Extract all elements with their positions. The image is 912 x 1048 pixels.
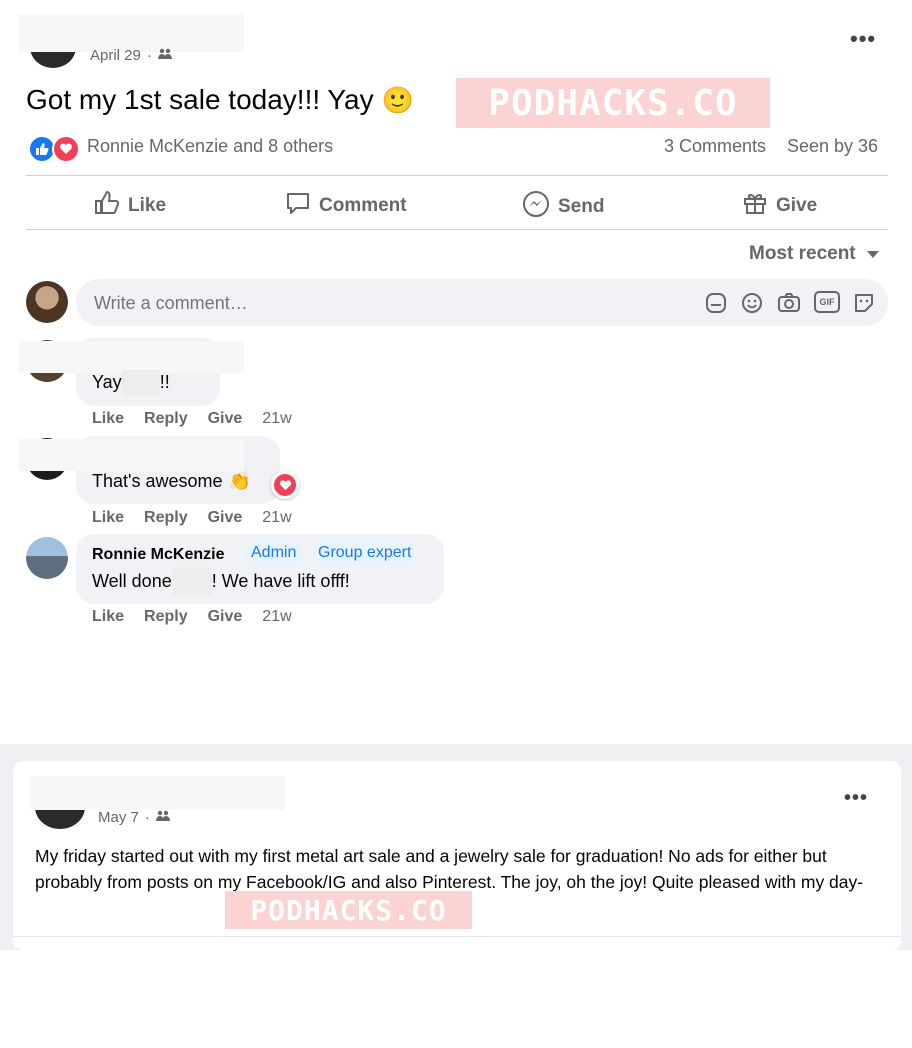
redacted-name <box>121 370 160 396</box>
avatar-sticker-icon[interactable] <box>852 291 876 320</box>
post-card-2: May 7 · ••• My friday started out with m… <box>13 761 901 950</box>
comment-actions: Like Reply Give 21w <box>92 410 292 428</box>
comment-text-part: !! <box>159 372 170 392</box>
post-title: Got my 1st sale today!!! Yay <box>26 84 374 115</box>
give-label: Give <box>776 195 818 216</box>
comment-give-link[interactable]: Give <box>208 608 243 626</box>
comment-text: Well done ! We have lift offf! <box>92 567 350 597</box>
watermark: PODHACKS.CO <box>225 891 472 929</box>
love-reaction-badge[interactable] <box>271 471 299 499</box>
send-button[interactable]: Send <box>522 190 604 224</box>
comment-like-link[interactable]: Like <box>92 410 124 428</box>
comment-actions: Like Reply Give 21w <box>92 509 292 527</box>
gif-icon[interactable]: GIF <box>814 291 840 313</box>
comment-text-part: ! We have lift offf! <box>211 571 350 591</box>
divider-top <box>26 175 888 176</box>
post-meta: May 7 · <box>98 808 170 826</box>
comments-count[interactable]: 3 Comments <box>664 136 766 157</box>
comment-text: Yay !! <box>92 370 170 396</box>
camera-icon[interactable] <box>777 291 801 320</box>
post-date[interactable]: April 29 <box>90 47 141 64</box>
love-reaction-icon <box>52 135 80 163</box>
comment-give-link[interactable]: Give <box>208 509 243 527</box>
reaction-icons[interactable] <box>28 135 80 163</box>
send-label: Send <box>558 196 605 217</box>
comment-input[interactable] <box>92 289 656 317</box>
divider-bottom <box>13 936 901 937</box>
meta-separator: · <box>144 808 150 826</box>
sort-dropdown[interactable]: Most recent <box>749 243 880 265</box>
post-meta: April 29 · <box>90 46 172 64</box>
divider-bottom <box>26 229 888 230</box>
group-privacy-icon <box>155 808 170 826</box>
comment-like-link[interactable]: Like <box>92 509 124 527</box>
admin-badge[interactable]: Admin <box>246 542 302 564</box>
comment-timestamp[interactable]: 21w <box>262 509 291 527</box>
comment-author-name[interactable]: Ronnie McKenzie <box>92 546 224 564</box>
comment-icon <box>285 190 311 222</box>
comment-text: That's awesome 👏 <box>92 471 251 492</box>
sticker-icon[interactable] <box>704 291 728 320</box>
current-user-avatar[interactable] <box>26 281 68 323</box>
comment-text-part: Well done <box>92 571 172 591</box>
messenger-icon <box>522 190 550 224</box>
emoji-icon[interactable] <box>740 291 764 320</box>
more-options-icon[interactable]: ••• <box>844 787 868 810</box>
give-button[interactable]: Give <box>742 190 817 222</box>
watermark: PODHACKS.CO <box>456 78 770 128</box>
sort-label: Most recent <box>749 243 856 264</box>
redacted-commenter-name <box>18 341 244 373</box>
comment-timestamp[interactable]: 21w <box>262 608 291 626</box>
comment-actions: Like Reply Give 21w <box>92 608 292 626</box>
meta-separator: · <box>146 46 152 64</box>
like-button[interactable]: Like <box>94 190 166 222</box>
more-options-icon[interactable]: ••• <box>850 26 876 52</box>
post-body: My friday started out with my first meta… <box>35 846 864 892</box>
redacted-name <box>171 567 212 597</box>
redacted-author-name <box>30 776 285 810</box>
comment-timestamp[interactable]: 21w <box>262 410 291 428</box>
post-title-row: Got my 1st sale today!!! Yay 🙂 <box>26 84 414 116</box>
post-date[interactable]: May 7 <box>98 809 139 826</box>
comment-label: Comment <box>319 195 407 216</box>
comment-give-link[interactable]: Give <box>208 410 243 428</box>
comment-text-part: That's awesome <box>92 471 223 491</box>
post-card-1: April 29 · ••• Got my 1st sale today!!! … <box>0 0 912 632</box>
group-privacy-icon <box>157 46 172 64</box>
group-expert-badge[interactable]: Group expert <box>313 542 417 564</box>
gift-icon <box>742 190 768 222</box>
comment-composer[interactable]: GIF <box>76 279 888 326</box>
comment-reply-link[interactable]: Reply <box>144 509 188 527</box>
thumbs-up-icon <box>94 190 120 222</box>
smile-emoji-icon: 🙂 <box>381 84 414 115</box>
clapping-emoji-icon: 👏 <box>228 471 251 491</box>
reactions-summary[interactable]: Ronnie McKenzie and 8 others <box>87 136 333 157</box>
comment-reply-link[interactable]: Reply <box>144 410 188 428</box>
like-label: Like <box>128 195 167 216</box>
redacted-commenter-name <box>18 439 244 471</box>
love-reaction-icon <box>274 474 296 496</box>
seen-by-count[interactable]: Seen by 36 <box>787 136 878 157</box>
comment-like-link[interactable]: Like <box>92 608 124 626</box>
caret-down-icon <box>866 243 880 265</box>
comment-reply-link[interactable]: Reply <box>144 608 188 626</box>
comment-button[interactable]: Comment <box>285 190 407 222</box>
comment-text-part: Yay <box>92 372 122 392</box>
ronnie-avatar[interactable] <box>26 537 68 579</box>
